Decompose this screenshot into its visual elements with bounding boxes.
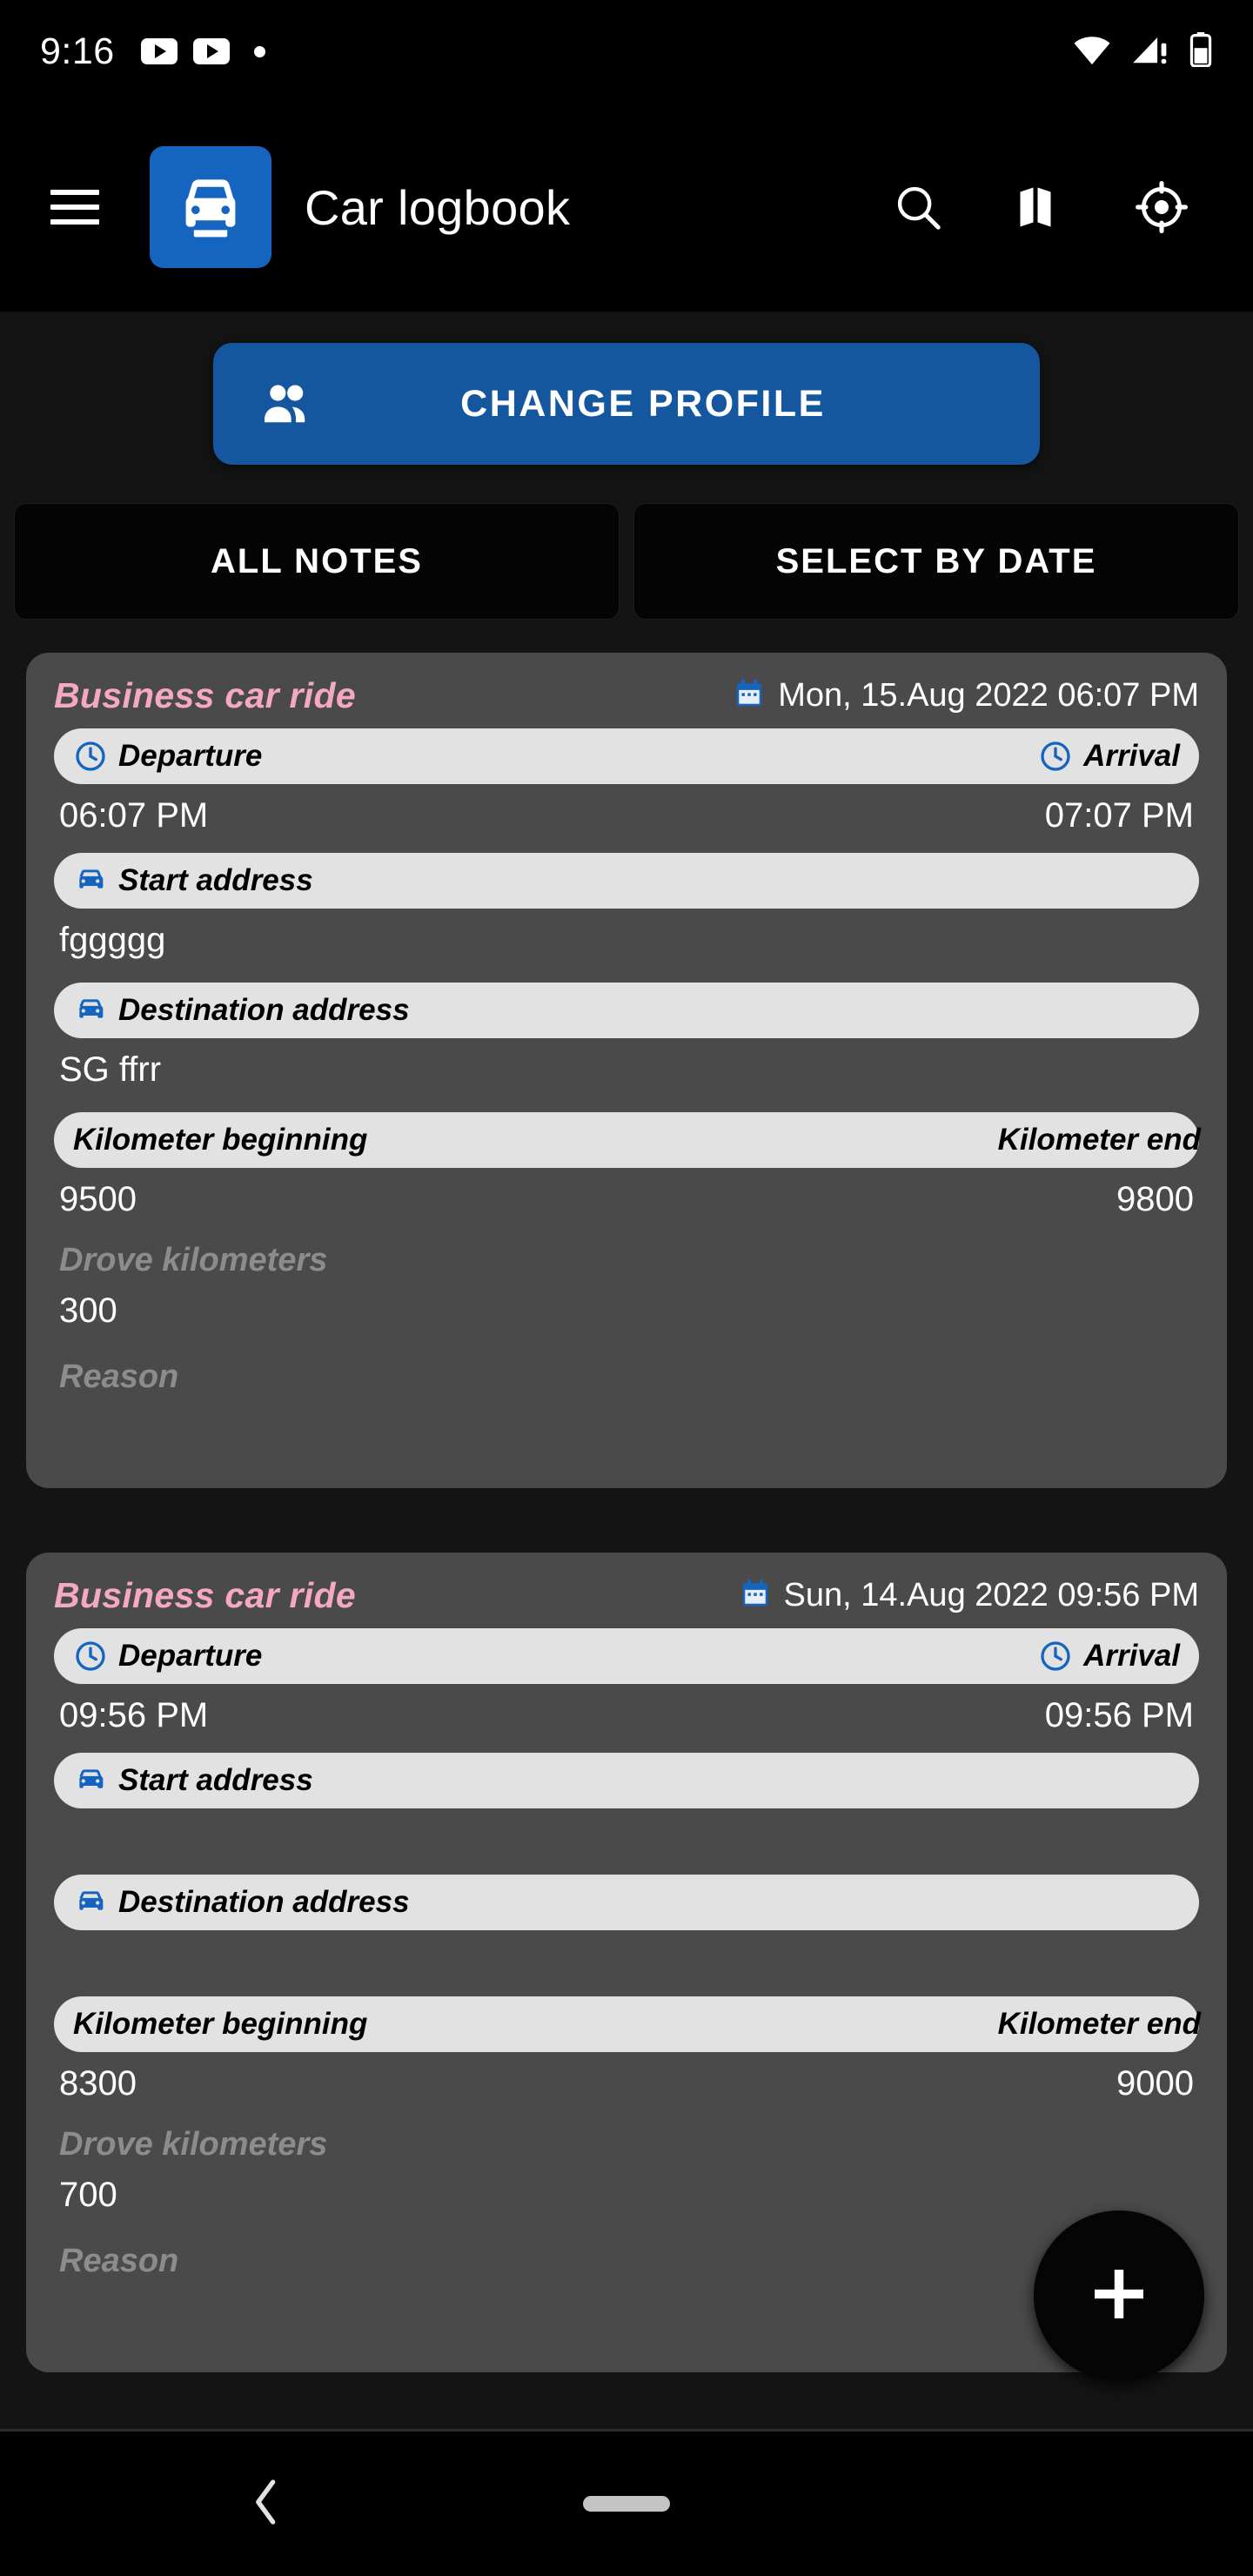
- system-nav-bar: [0, 2432, 1253, 2576]
- car-logbook-logo-icon: [150, 146, 271, 268]
- status-bar-clock: 9:16: [40, 30, 115, 72]
- back-chevron-icon[interactable]: [247, 2478, 285, 2531]
- plus-icon: [1085, 2260, 1153, 2332]
- kilometer-beginning-value: 8300: [59, 2064, 137, 2103]
- destination-address-label-row: Destination address: [54, 983, 1199, 1038]
- add-note-fab[interactable]: [1034, 2210, 1204, 2381]
- app-bar: Car logbook: [0, 103, 1253, 312]
- car-front-icon: [73, 1885, 108, 1920]
- note-card-header: Business car ride Sun, 14.Aug 2022 09:56…: [54, 1575, 1199, 1616]
- destination-address-value: SG ffrr: [59, 1050, 162, 1089]
- status-bar-system-icons: [1072, 31, 1213, 71]
- car-front-icon: [73, 863, 108, 898]
- destination-address-value: [54, 1930, 1199, 1996]
- note-card-header: Business car ride Mon, 15.Aug 2022 06:07…: [54, 675, 1199, 716]
- departure-arrival-label-row: Departure Arrival: [54, 728, 1199, 784]
- note-date: Mon, 15.Aug 2022 06:07 PM: [778, 677, 1199, 714]
- start-address-value: fggggg: [59, 921, 166, 959]
- change-profile-button[interactable]: CHANGE PROFILE: [213, 343, 1040, 465]
- departure-arrival-values: 09:56 PM 09:56 PM: [54, 1684, 1199, 1753]
- calendar-icon: [739, 1577, 772, 1614]
- kilometer-end-label: Kilometer end: [997, 1123, 1201, 1157]
- drove-kilometers-value: 300: [59, 1291, 117, 1330]
- car-front-icon: [73, 993, 108, 1028]
- tab-all-notes[interactable]: ALL NOTES: [14, 503, 620, 620]
- status-bar: 9:16: [0, 0, 1253, 103]
- kilometer-values: 8300 9000: [54, 2052, 1199, 2121]
- change-profile-label: CHANGE PROFILE: [460, 382, 826, 425]
- status-bar-notification-icons: [140, 38, 265, 64]
- kilometer-beginning-value: 9500: [59, 1180, 137, 1218]
- arrival-time-value: 07:07 PM: [1044, 796, 1194, 835]
- kilometer-end-value: 9800: [1116, 1180, 1194, 1218]
- kilometer-label-row: Kilometer beginning Kilometer end: [54, 1996, 1201, 2052]
- start-address-value: [54, 1808, 1199, 1875]
- app-bar-actions: [886, 175, 1203, 239]
- clock-icon: [73, 739, 108, 774]
- notes-tab-bar: ALL NOTES SELECT BY DATE: [0, 496, 1253, 628]
- note-date: Sun, 14.Aug 2022 09:56 PM: [783, 1577, 1199, 1613]
- wifi-icon: [1072, 34, 1112, 70]
- destination-address-label-row: Destination address: [54, 1875, 1199, 1930]
- note-date-group: Sun, 14.Aug 2022 09:56 PM: [739, 1577, 1199, 1614]
- destination-address-label: Destination address: [118, 993, 410, 1027]
- map-icon[interactable]: [1008, 175, 1072, 239]
- notification-dot-icon: [253, 45, 265, 57]
- kilometer-values: 9500 9800: [54, 1168, 1199, 1237]
- drove-kilometers-label: Drove kilometers: [59, 2126, 328, 2163]
- reason-label: Reason: [59, 1358, 179, 1395]
- note-title: Business car ride: [54, 675, 356, 715]
- app-screen: 9:16 Car logbook CHANGE PROFILE ALL NOTE…: [0, 0, 1253, 2576]
- search-icon[interactable]: [886, 175, 950, 239]
- start-address-label-row: Start address: [54, 853, 1199, 909]
- arrival-label: Arrival: [1083, 1639, 1180, 1673]
- kilometer-end-value: 9000: [1116, 2064, 1194, 2103]
- note-card[interactable]: Business car ride Mon, 15.Aug 2022 06:07…: [26, 653, 1227, 1488]
- note-title: Business car ride: [54, 1575, 356, 1615]
- clock-icon: [73, 1639, 108, 1674]
- start-address-label-row: Start address: [54, 1753, 1199, 1808]
- departure-label: Departure: [118, 739, 263, 773]
- calendar-icon: [733, 677, 766, 714]
- drove-kilometers-value: 700: [59, 2176, 117, 2214]
- departure-label: Departure: [118, 1639, 263, 1673]
- battery-icon: [1189, 31, 1213, 71]
- departure-arrival-label-row: Departure Arrival: [54, 1628, 1199, 1684]
- departure-time-value: 09:56 PM: [59, 1696, 209, 1734]
- reason-label: Reason: [59, 2243, 179, 2279]
- youtube-play-badge-icon: [192, 38, 230, 64]
- kilometer-end-label: Kilometer end: [997, 2007, 1201, 2041]
- car-front-icon: [73, 1763, 108, 1798]
- reason-value: [54, 1396, 1199, 1462]
- destination-address-label: Destination address: [118, 1885, 410, 1919]
- arrival-time-value: 09:56 PM: [1044, 1696, 1194, 1734]
- tab-select-by-date[interactable]: SELECT BY DATE: [633, 503, 1239, 620]
- clock-icon: [1038, 1639, 1073, 1674]
- departure-time-value: 06:07 PM: [59, 796, 209, 835]
- notes-list[interactable]: Business car ride Mon, 15.Aug 2022 06:07…: [0, 628, 1253, 2432]
- hamburger-menu-icon[interactable]: [50, 190, 99, 225]
- kilometer-beginning-label: Kilometer beginning: [73, 1123, 368, 1157]
- drove-kilometers-label: Drove kilometers: [59, 1242, 328, 1278]
- note-date-group: Mon, 15.Aug 2022 06:07 PM: [733, 677, 1199, 714]
- my-location-icon[interactable]: [1129, 175, 1194, 239]
- start-address-label: Start address: [118, 1763, 313, 1797]
- profile-section: CHANGE PROFILE: [0, 312, 1253, 496]
- youtube-play-badge-icon: [140, 38, 178, 64]
- clock-icon: [1038, 739, 1073, 774]
- kilometer-beginning-label: Kilometer beginning: [73, 2007, 368, 2041]
- departure-arrival-values: 06:07 PM 07:07 PM: [54, 784, 1199, 853]
- start-address-label: Start address: [118, 863, 313, 897]
- page-title: Car logbook: [305, 179, 571, 235]
- people-icon: [257, 374, 316, 433]
- home-gesture-pill[interactable]: [583, 2496, 670, 2512]
- cellular-signal-warning-icon: [1131, 34, 1169, 70]
- kilometer-label-row: Kilometer beginning Kilometer end: [54, 1112, 1201, 1168]
- arrival-label: Arrival: [1083, 739, 1180, 773]
- reason-value: [54, 2280, 1199, 2346]
